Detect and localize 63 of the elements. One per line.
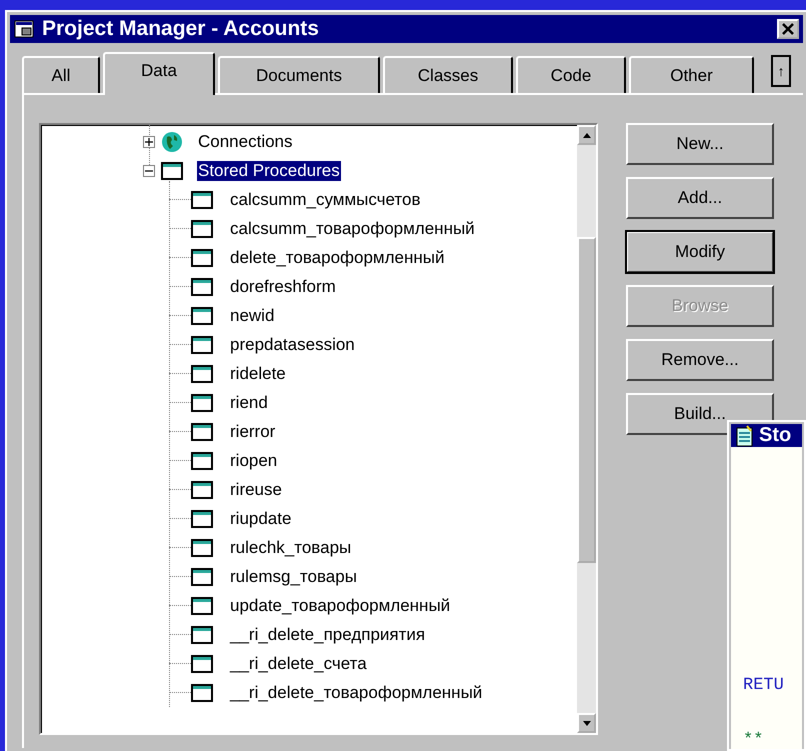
close-icon xyxy=(782,23,794,35)
tab[interactable]: All xyxy=(22,56,100,93)
collapse-icon[interactable] xyxy=(143,164,155,176)
tab[interactable]: Documents xyxy=(218,56,380,93)
tree-item[interactable]: riopen xyxy=(229,450,278,470)
window-icon xyxy=(191,568,213,586)
tree-item[interactable]: rireuse xyxy=(229,480,283,500)
tree-item[interactable]: update_товароформленный xyxy=(229,596,452,616)
window-icon xyxy=(191,422,213,440)
window-icon xyxy=(191,306,213,324)
code-line: RETU xyxy=(743,676,785,695)
tree-item[interactable]: delete_товароформленный xyxy=(229,248,446,268)
window-icon xyxy=(191,190,213,208)
tree-item[interactable]: dorefreshform xyxy=(229,276,337,296)
window-icon xyxy=(191,654,213,672)
window-icon xyxy=(161,162,183,180)
window-icon xyxy=(191,364,213,382)
tree-item[interactable]: ridelete xyxy=(229,364,287,384)
tab[interactable]: Other xyxy=(629,56,754,93)
window-icon xyxy=(191,336,213,354)
notepad-icon xyxy=(735,424,755,446)
window-icon xyxy=(191,278,213,296)
tab[interactable]: Classes xyxy=(383,56,513,93)
tree-item[interactable]: prepdatasession xyxy=(229,334,356,354)
tree-item[interactable]: rulechk_товары xyxy=(229,538,352,558)
tab-scroll-button[interactable]: ↑ xyxy=(771,55,791,87)
window-icon xyxy=(191,248,213,266)
globe-icon xyxy=(161,130,183,152)
action-button[interactable]: Add... xyxy=(626,177,774,219)
tree-item[interactable]: __ri_delete_счета xyxy=(229,654,368,674)
window-icon xyxy=(191,394,213,412)
tree-item[interactable]: rierror xyxy=(229,422,276,442)
tree-item[interactable]: Stored Procedures xyxy=(197,160,341,180)
tab[interactable]: Code xyxy=(516,56,626,93)
tree-item[interactable]: rulemsg_товары xyxy=(229,566,358,586)
code-line: ** xyxy=(743,731,764,749)
scrollbar[interactable] xyxy=(577,125,596,733)
window-icon xyxy=(191,538,213,556)
window-icon xyxy=(191,684,213,702)
action-button[interactable]: Modify xyxy=(626,231,774,273)
tab[interactable]: Data xyxy=(103,52,215,95)
action-button[interactable]: Remove... xyxy=(626,339,774,381)
tree-item[interactable]: __ri_delete_предприятия xyxy=(229,624,426,644)
window-icon xyxy=(191,626,213,644)
tree-item[interactable]: riupdate xyxy=(229,508,292,528)
window-icon xyxy=(191,596,213,614)
window-icon xyxy=(191,452,213,470)
tree-item[interactable]: riend xyxy=(229,392,269,412)
app-icon xyxy=(14,20,34,38)
tree-item[interactable]: Connections xyxy=(197,132,294,152)
tree-item[interactable]: __ri_delete_товароформленный xyxy=(229,682,484,702)
up-arrow-icon xyxy=(582,132,590,138)
tree-item[interactable]: calcsumm_суммысчетов xyxy=(229,190,422,210)
window-title: Project Manager - Accounts xyxy=(42,17,320,41)
tree-item[interactable]: calcsumm_товароформленный xyxy=(229,218,476,238)
expand-icon[interactable] xyxy=(143,136,155,148)
down-arrow-icon xyxy=(582,720,590,726)
tree-item[interactable]: newid xyxy=(229,306,276,326)
window-icon xyxy=(191,220,213,238)
window-icon xyxy=(191,510,213,528)
window-icon xyxy=(191,480,213,498)
action-button[interactable]: New... xyxy=(626,123,774,165)
close-button[interactable] xyxy=(777,19,799,39)
